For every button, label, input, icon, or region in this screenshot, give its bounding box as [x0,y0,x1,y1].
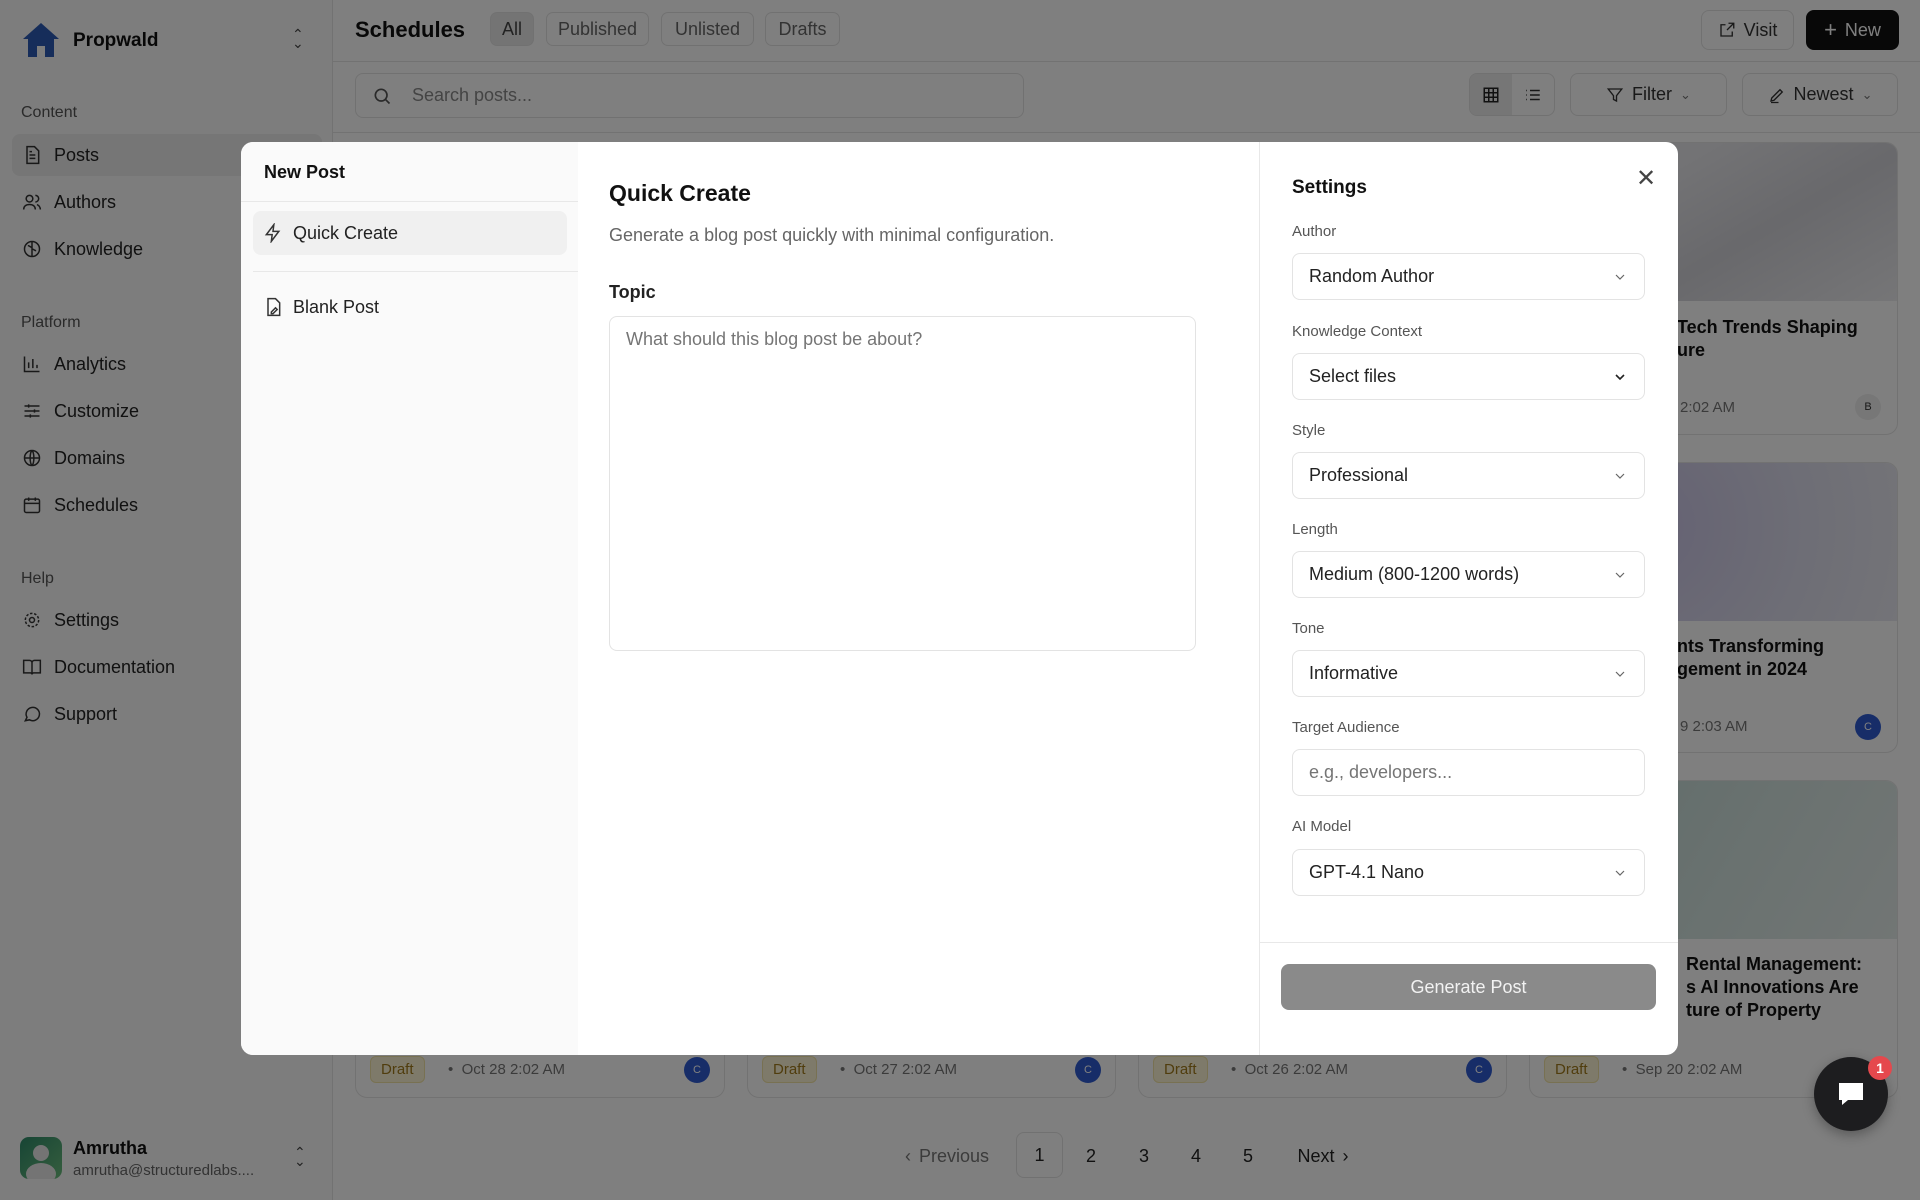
style-value: Professional [1309,465,1408,486]
knowledge-select[interactable]: Select files [1292,353,1645,400]
mode-label: Blank Post [293,297,379,318]
section-subtitle: Generate a blog post quickly with minima… [609,225,1054,246]
style-label: Style [1292,422,1325,439]
tone-label: Tone [1292,620,1325,637]
author-value: Random Author [1309,266,1434,287]
chevron-down-icon [1612,369,1628,385]
mode-blank-post[interactable]: Blank Post [253,285,567,329]
author-label: Author [1292,223,1336,240]
chevron-down-icon [1612,468,1628,484]
topic-textarea[interactable] [609,316,1196,651]
ai-model-value: GPT-4.1 Nano [1309,862,1424,883]
close-icon[interactable]: ✕ [1636,164,1656,193]
settings-title: Settings [1292,177,1367,199]
audience-input[interactable] [1292,749,1645,796]
lightning-icon [263,223,283,243]
section-heading: Quick Create [609,180,751,207]
notification-badge: 1 [1868,1056,1892,1080]
tone-select[interactable]: Informative [1292,650,1645,697]
file-edit-icon [263,297,283,317]
dialog-title: New Post [264,162,345,183]
length-select[interactable]: Medium (800-1200 words) [1292,551,1645,598]
mode-quick-create[interactable]: Quick Create [253,211,567,255]
knowledge-value: Select files [1309,366,1396,387]
chat-bubble-icon [1836,1080,1866,1108]
settings-divider [1259,142,1260,1055]
tone-value: Informative [1309,663,1398,684]
ai-model-label: AI Model [1292,818,1351,835]
audience-label: Target Audience [1292,719,1400,736]
length-label: Length [1292,521,1338,538]
new-post-dialog: New Post Quick Create Blank Post Quick C… [241,142,1678,1055]
author-select[interactable]: Random Author [1292,253,1645,300]
style-select[interactable]: Professional [1292,452,1645,499]
chevron-down-icon [1612,865,1628,881]
length-value: Medium (800-1200 words) [1309,564,1519,585]
mode-panel: New Post Quick Create Blank Post [241,142,578,1055]
knowledge-label: Knowledge Context [1292,323,1422,340]
topic-label: Topic [609,282,656,303]
generate-post-button[interactable]: Generate Post [1281,964,1656,1010]
chevron-down-icon [1612,666,1628,682]
chevron-down-icon [1612,567,1628,583]
mode-label: Quick Create [293,223,398,244]
ai-model-select[interactable]: GPT-4.1 Nano [1292,849,1645,896]
footer-divider [1259,942,1678,943]
chevron-down-icon [1612,269,1628,285]
